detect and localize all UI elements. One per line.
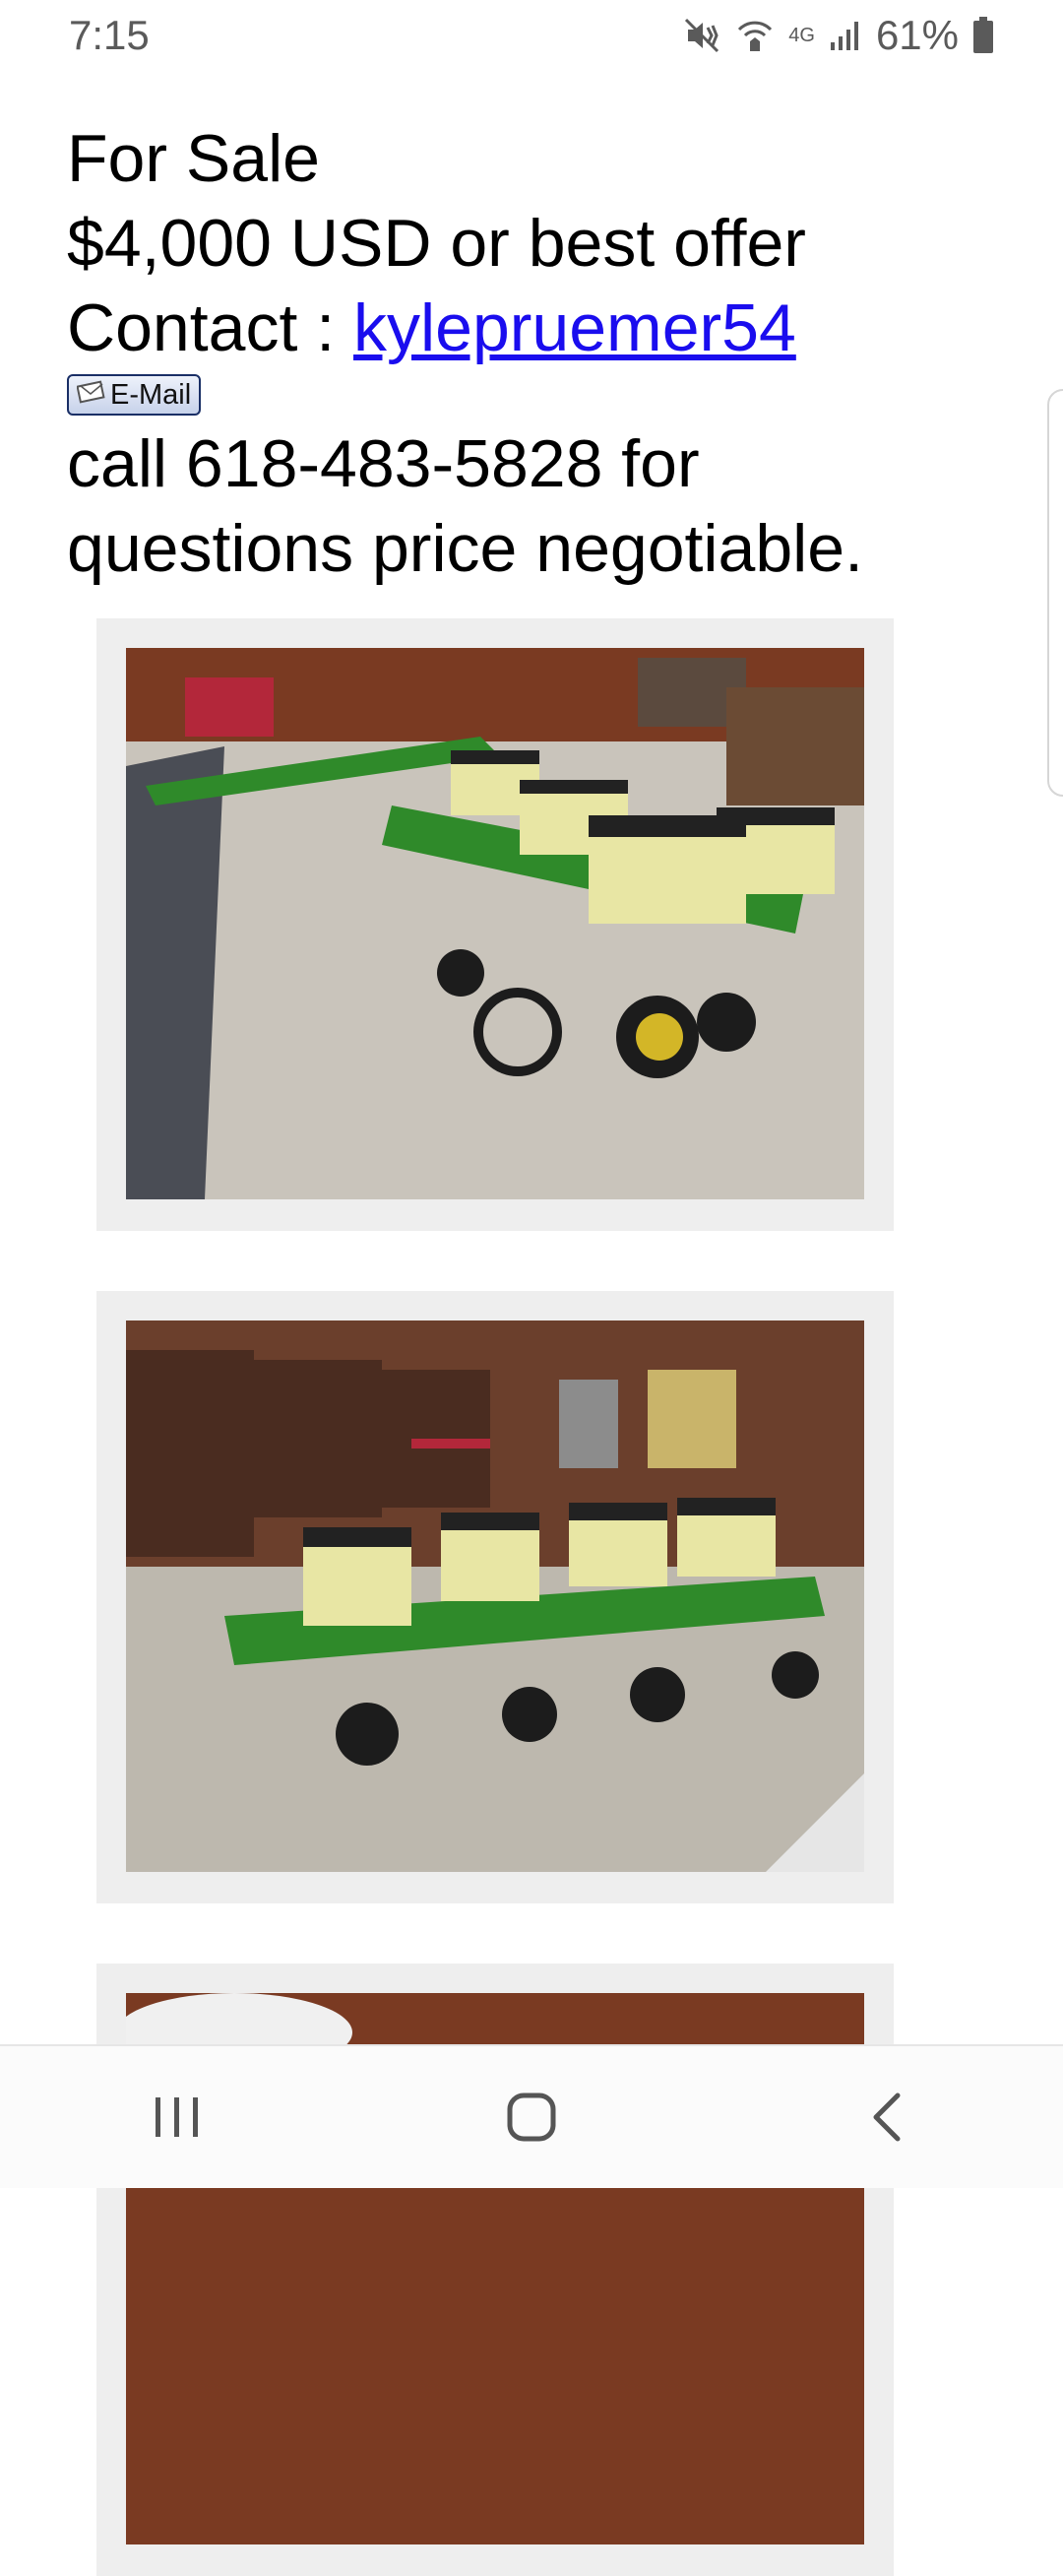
planter-photo-2[interactable] <box>126 1320 864 1872</box>
wifi-calling-icon <box>735 16 775 55</box>
battery-percent: 61% <box>875 12 959 58</box>
contact-user-link[interactable]: kylepruemer54 <box>353 290 796 365</box>
contact-line: Contact : kylepruemer54 <box>67 286 953 370</box>
planter-photo-1[interactable] <box>126 648 864 1199</box>
photo-frame-2 <box>96 1291 894 1903</box>
email-button[interactable]: E-Mail <box>67 374 202 416</box>
status-time: 7:15 <box>69 12 150 58</box>
phone-line-1: call 618-483-5828 for <box>67 426 700 501</box>
mute-icon <box>682 16 721 55</box>
navigation-bar <box>0 2044 1063 2188</box>
back-icon[interactable] <box>827 2068 945 2166</box>
photo-frame-1 <box>96 618 894 1231</box>
signal-icon <box>829 19 862 52</box>
recent-apps-icon[interactable] <box>118 2068 236 2166</box>
listing-heading: For Sale <box>67 121 320 196</box>
status-icons: 4G 61% <box>682 12 994 59</box>
email-envelope-icon <box>76 379 106 412</box>
status-bar: 7:15 4G 61% <box>0 0 1063 71</box>
battery-icon <box>972 17 994 54</box>
contact-label: Contact : <box>67 290 354 365</box>
listing-content: For Sale $4,000 USD or best offer Contac… <box>67 116 953 591</box>
listing-price: $4,000 USD or best offer <box>67 206 806 281</box>
email-button-label: E-Mail <box>110 378 192 411</box>
home-icon[interactable] <box>472 2068 591 2166</box>
phone-line-2: questions price negotiable. <box>67 511 863 586</box>
network-type: 4G <box>788 24 815 46</box>
scroll-handle[interactable] <box>1047 389 1063 797</box>
